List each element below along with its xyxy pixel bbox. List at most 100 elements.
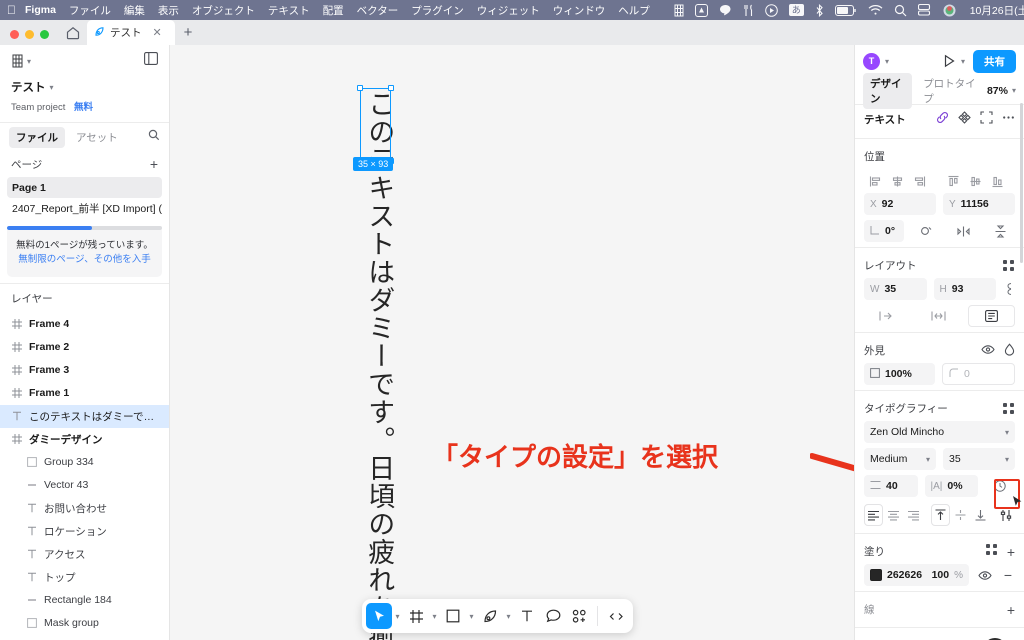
opacity-field[interactable]: 100%	[864, 363, 935, 385]
hug-contents-icon[interactable]	[864, 305, 909, 327]
menu-item-arrange[interactable]: 配置	[323, 3, 344, 18]
home-icon[interactable]	[59, 20, 87, 45]
menu-item-help[interactable]: ヘルプ	[618, 3, 650, 18]
canvas-vertical-text[interactable]: このテキストはダミーです。日頃の疲れを癒	[363, 90, 394, 640]
control-center-icon[interactable]	[917, 3, 932, 17]
more-icon[interactable]	[1002, 111, 1015, 127]
page-item-report[interactable]: 2407_Report_前半 [XD Import] (30-Ju...	[7, 198, 162, 219]
text-tool-button[interactable]	[514, 603, 540, 629]
apple-icon[interactable]: 	[7, 4, 16, 16]
align-right-icon[interactable]	[908, 171, 930, 192]
present-dropdown-icon[interactable]: ▾	[961, 57, 965, 66]
search-icon[interactable]	[148, 128, 160, 146]
corner-radius-icon[interactable]	[911, 220, 941, 242]
actions-tool-button[interactable]	[566, 603, 592, 629]
design-canvas[interactable]: このテキストはダミーです。日頃の疲れを癒 35 × 93 「タイプの設定」を選択…	[170, 45, 854, 640]
siri-icon[interactable]	[943, 3, 956, 17]
fill-color-field[interactable]: 262626 100 %	[864, 564, 969, 586]
text-align-left-icon[interactable]	[864, 504, 884, 526]
typography-styles-button[interactable]	[1003, 402, 1015, 415]
layout-settings-button[interactable]	[1003, 259, 1015, 272]
battery-icon[interactable]	[834, 3, 857, 17]
maximize-window-button[interactable]	[40, 30, 49, 39]
share-button[interactable]: 共有	[973, 49, 1016, 73]
pen-tool-dropdown[interactable]: ▾	[503, 603, 514, 629]
letter-spacing-field[interactable]: |A| 0%	[924, 475, 978, 497]
menu-item-vector[interactable]: ベクター	[357, 3, 399, 18]
style-grid-icon[interactable]	[985, 544, 998, 559]
text-align-center-icon[interactable]	[885, 504, 902, 526]
present-button[interactable]	[942, 54, 956, 68]
close-window-button[interactable]	[10, 30, 19, 39]
new-tab-button[interactable]: +	[175, 20, 201, 45]
drive-icon[interactable]	[694, 3, 708, 17]
flip-vertical-icon[interactable]	[985, 220, 1015, 242]
link-icon[interactable]	[936, 111, 949, 127]
figma-status-icon[interactable]	[674, 3, 684, 17]
layer-row[interactable]: Frame 2	[0, 336, 169, 359]
height-field[interactable]: H 93	[933, 278, 996, 300]
text-align-middle-icon[interactable]	[952, 504, 969, 526]
layer-row[interactable]: Frame 1	[0, 382, 169, 405]
move-tool-button[interactable]	[366, 603, 392, 629]
menubar-date[interactable]: 10月26日(土)	[970, 3, 1024, 18]
menu-item-window[interactable]: ウィンドウ	[553, 3, 606, 18]
font-family-select[interactable]: Zen Old Mincho ▾	[864, 421, 1015, 443]
search-icon[interactable]	[894, 3, 907, 17]
right-panel-scrollbar[interactable]	[1020, 103, 1023, 263]
pen-tool-button[interactable]	[477, 603, 503, 629]
resize-handle-top-left[interactable]	[357, 85, 363, 91]
component-icon[interactable]	[958, 111, 971, 127]
line-height-field[interactable]: 40	[864, 475, 918, 497]
comment-tool-button[interactable]	[540, 603, 566, 629]
fixed-size-icon[interactable]	[968, 305, 1015, 327]
text-align-top-icon[interactable]	[930, 504, 951, 526]
font-weight-select[interactable]: Medium ▾	[864, 448, 936, 470]
layer-row[interactable]: Frame 3	[0, 359, 169, 382]
bluetooth-icon[interactable]	[815, 3, 824, 17]
menu-item-object[interactable]: オブジェクト	[192, 3, 255, 18]
align-bottom-icon[interactable]	[986, 171, 1008, 192]
tab-design[interactable]: デザイン	[863, 72, 913, 109]
file-tab[interactable]: テスト ✕	[87, 20, 175, 45]
blend-mode-icon[interactable]	[1004, 342, 1015, 359]
shape-tool-button[interactable]	[440, 603, 466, 629]
wifi-icon[interactable]	[868, 3, 883, 17]
layer-row[interactable]: ダミーデザイン	[0, 428, 169, 451]
zoom-level-control[interactable]: 87% ▾	[987, 85, 1016, 97]
align-top-icon[interactable]	[942, 171, 964, 192]
text-align-right-icon[interactable]	[905, 504, 922, 526]
menu-item-view[interactable]: 表示	[158, 3, 179, 18]
add-page-button[interactable]: +	[150, 156, 158, 172]
layer-row[interactable]: Rectangle 184	[0, 589, 169, 612]
layer-row[interactable]: アクセス	[0, 543, 169, 566]
text-align-bottom-icon[interactable]	[971, 504, 988, 526]
flip-horizontal-icon[interactable]	[948, 220, 978, 242]
close-icon[interactable]: ✕	[153, 26, 162, 39]
x-position-field[interactable]: X 92	[864, 193, 936, 215]
resize-handle-top-right[interactable]	[388, 85, 394, 91]
menu-item-edit[interactable]: 編集	[124, 3, 145, 18]
ime-icon[interactable]: あ	[788, 3, 804, 17]
align-horizontal-center-icon[interactable]	[886, 171, 908, 192]
layer-row[interactable]: Group 334	[0, 451, 169, 474]
frame-tool-button[interactable]	[403, 603, 429, 629]
minimize-window-button[interactable]	[25, 30, 34, 39]
chevron-down-icon[interactable]: ▾	[885, 57, 889, 66]
upsell-link[interactable]: 無制限のページ、その他を入手	[7, 253, 162, 267]
menu-item-text[interactable]: テキスト	[268, 3, 310, 18]
fill-container-icon[interactable]	[916, 305, 961, 327]
menu-app-name[interactable]: Figma	[25, 4, 56, 16]
menu-item-widgets[interactable]: ウィジェット	[477, 3, 540, 18]
rotation-field[interactable]: 0°	[864, 220, 904, 242]
align-left-icon[interactable]	[864, 171, 886, 192]
constraint-proportions-icon[interactable]	[1003, 282, 1015, 296]
eye-icon[interactable]	[981, 344, 995, 358]
tab-prototype[interactable]: プロトタイプ	[916, 73, 983, 109]
layer-row[interactable]: Vector 43	[0, 474, 169, 497]
tab-files[interactable]: ファイル	[9, 126, 65, 148]
layer-row[interactable]: トップ	[0, 566, 169, 589]
devmode-toggle-button[interactable]	[603, 603, 629, 629]
frame-selection-icon[interactable]	[980, 111, 993, 127]
figma-menu-icon[interactable]: ▾	[11, 54, 31, 68]
